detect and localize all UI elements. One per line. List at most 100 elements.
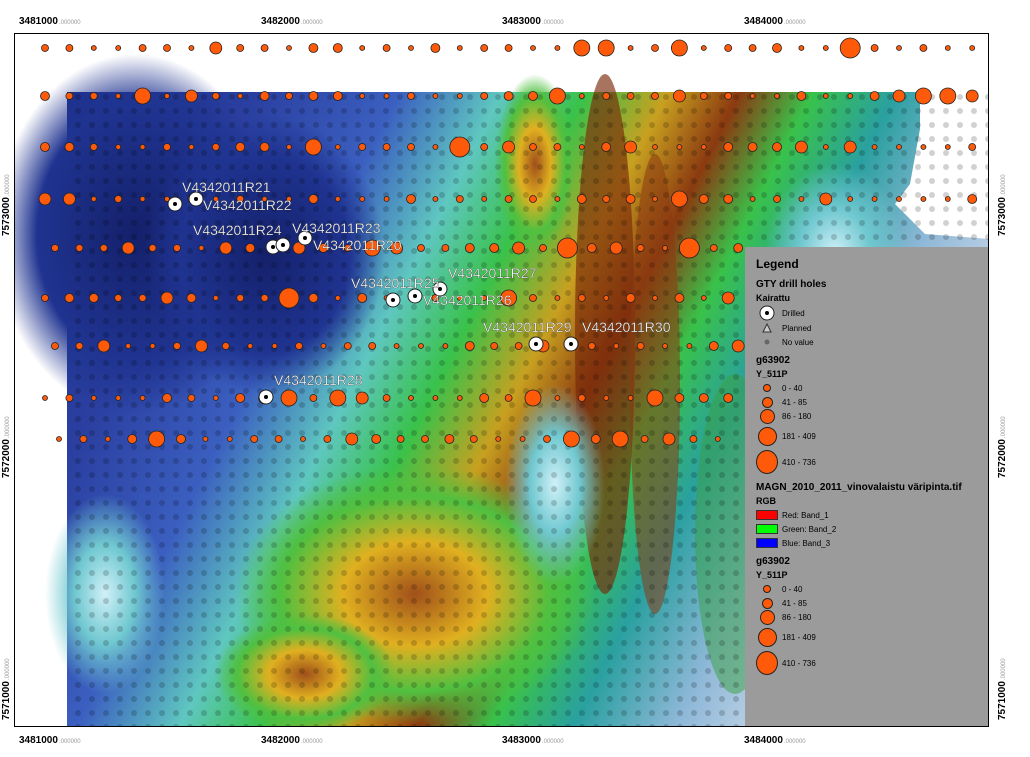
legend-class2-2: 41 - 85	[756, 596, 980, 610]
sample-dot	[421, 435, 429, 443]
legend-class-3: 86 - 180	[756, 409, 980, 424]
drilled-symbol-icon	[759, 305, 775, 321]
no-value-symbol-icon	[764, 339, 770, 345]
sample-dot	[407, 92, 415, 100]
sample-dot	[503, 91, 514, 101]
sample-dot	[708, 341, 719, 351]
sample-dot	[749, 196, 756, 202]
x-tick-bottom-2: 3482000.000000	[261, 735, 323, 746]
sample-dot	[89, 92, 98, 100]
sample-dot	[64, 293, 75, 303]
legend-class2-4: 181 - 409	[756, 625, 980, 649]
sample-dot	[449, 136, 471, 158]
sample-dot	[539, 244, 547, 252]
sample-dot	[714, 436, 721, 442]
sample-dot	[731, 339, 745, 353]
sample-dot	[79, 435, 88, 443]
sample-dot	[164, 93, 170, 99]
sample-dot	[700, 144, 707, 150]
drill-hole-marker[interactable]	[167, 196, 183, 212]
legend-band-blue: Blue: Band_3	[756, 536, 980, 550]
sample-dot	[176, 434, 186, 444]
sample-dot	[723, 194, 734, 204]
legend-class-4: 181 - 409	[756, 424, 980, 448]
sample-dot	[65, 394, 74, 402]
sample-dot	[671, 39, 688, 57]
sample-dot	[334, 144, 341, 150]
sample-dot	[967, 194, 978, 204]
sample-dot	[382, 44, 391, 52]
sample-dot	[211, 92, 220, 100]
sample-dot	[553, 143, 562, 151]
sample-dot	[334, 196, 341, 202]
sample-dot	[432, 395, 439, 401]
sample-dot	[480, 44, 489, 52]
sample-dot	[573, 39, 591, 57]
drill-label: V4342011R29	[483, 319, 572, 335]
sample-dot	[530, 45, 536, 51]
sample-dot	[456, 93, 463, 99]
sample-dot	[295, 342, 303, 350]
sample-dot	[51, 244, 59, 252]
sample-dot	[134, 87, 151, 105]
drill-label: V4342011R21	[182, 179, 271, 195]
sample-dot	[211, 143, 220, 151]
drill-hole-marker[interactable]	[528, 336, 544, 352]
x-tick-top-3: 3483000.000000	[502, 16, 564, 27]
sample-dot	[869, 91, 880, 101]
sample-dot	[529, 195, 537, 203]
sample-dot	[250, 435, 259, 443]
legend-field-kairattu: Kairattu	[756, 293, 791, 303]
drill-hole-marker[interactable]	[407, 288, 423, 304]
sample-dot	[368, 342, 377, 350]
sample-dot	[464, 243, 475, 253]
sample-dot	[673, 89, 686, 103]
sample-dot	[676, 144, 683, 150]
sample-dot	[944, 45, 951, 51]
x-tick-bottom-4: 3484000.000000	[744, 735, 806, 746]
sample-dot	[162, 393, 172, 403]
drill-hole-marker[interactable]	[258, 389, 274, 405]
drill-hole-marker[interactable]	[275, 237, 291, 253]
drill-label: V4342011R28	[274, 372, 363, 388]
sample-dot	[139, 144, 146, 150]
sample-dot	[334, 295, 341, 301]
sample-dot	[160, 291, 174, 305]
sample-dot	[699, 92, 708, 100]
map-frame[interactable]: V4342011R21 V4342011R22 V4342011R24 V434201…	[14, 33, 989, 727]
sample-dot	[652, 295, 658, 301]
sample-dot	[163, 143, 171, 151]
sample-dot	[237, 93, 244, 99]
sample-dot	[578, 93, 585, 99]
sample-dot	[602, 92, 611, 100]
sample-dot	[75, 244, 84, 252]
drill-hole-marker[interactable]	[385, 292, 401, 308]
sample-dot	[479, 393, 490, 403]
sample-dot	[42, 395, 48, 401]
sample-dot	[686, 343, 693, 349]
sample-dot	[495, 436, 502, 442]
sample-dot	[723, 393, 734, 403]
sample-dot	[613, 343, 620, 349]
sample-dot	[747, 142, 758, 152]
sample-dot	[41, 294, 49, 302]
sample-dot	[843, 140, 857, 154]
sample-dot	[772, 142, 782, 152]
legend-raster-type: RGB	[756, 496, 776, 506]
sample-dot	[271, 343, 278, 349]
sample-dot	[121, 241, 135, 255]
sample-dot	[323, 435, 332, 443]
legend-row-planned: Planned	[756, 321, 980, 335]
sample-dot	[603, 395, 610, 401]
sample-dot	[455, 195, 464, 203]
drill-hole-marker[interactable]	[563, 336, 579, 352]
legend-row-no-value: No value	[756, 335, 980, 349]
sample-dot	[308, 43, 319, 53]
sample-dot	[646, 389, 664, 407]
drill-label: V4342011R20	[313, 237, 402, 253]
sample-dot	[464, 341, 475, 351]
sample-dot	[674, 293, 685, 303]
legend-class-5: 410 - 736	[756, 448, 980, 476]
sample-dot	[285, 92, 293, 100]
sample-dot	[822, 45, 829, 51]
